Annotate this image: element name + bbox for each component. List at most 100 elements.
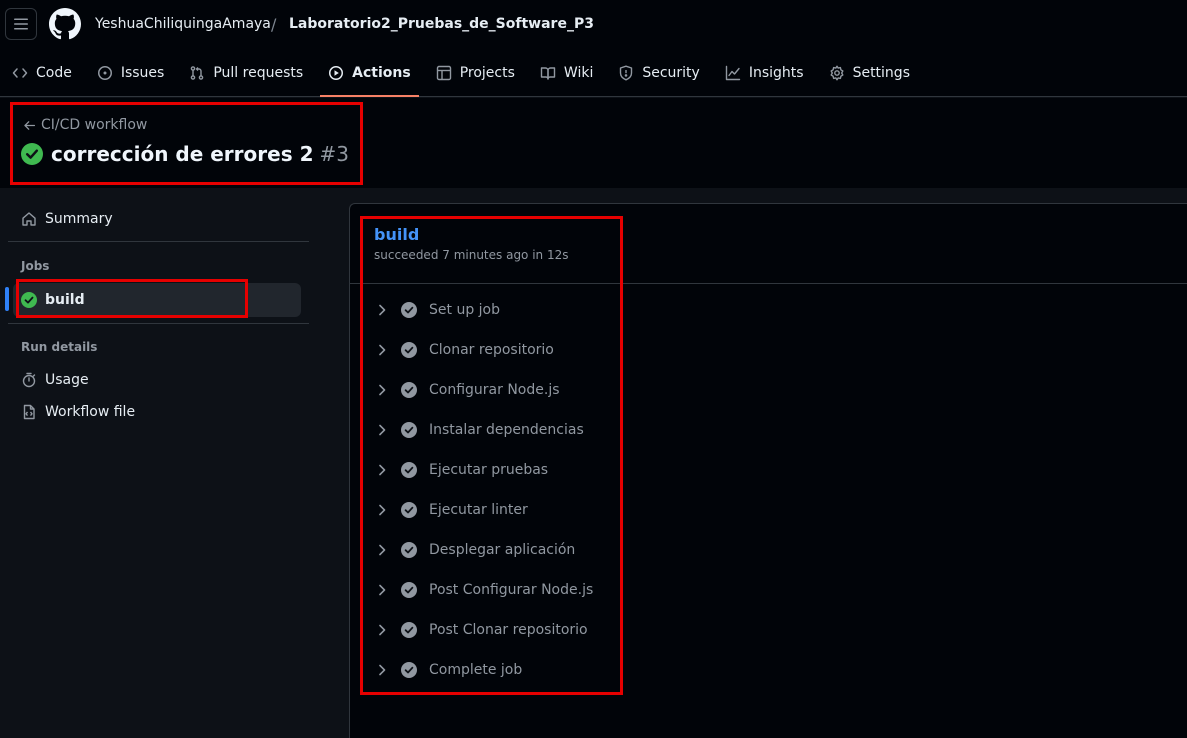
tab-pull-requests[interactable]: Pull requests [181,56,311,90]
job-step[interactable]: Post Clonar repositorio [374,612,674,648]
book-icon [540,67,556,80]
sidebar-item-summary[interactable]: Summary [13,203,303,235]
run-title: corrección de errores 2 [51,142,314,166]
tab-label: Wiki [563,65,594,81]
tab-label: Security [642,65,700,81]
repo-owner-link[interactable]: YeshuaChiliquingaAmaya [95,16,271,32]
graph-icon [725,65,741,81]
sidebar-heading-jobs: Jobs [21,259,50,273]
job-step[interactable]: Desplegar aplicación [374,532,674,568]
job-step-label: Desplegar aplicación [429,542,576,558]
job-step[interactable]: Set up job [374,292,674,328]
tab-label: Issues [120,65,165,81]
sidebar-heading-run-details: Run details [21,340,98,354]
sidebar-item-usage[interactable]: Usage [13,364,303,396]
sidebar-item-build[interactable]: build [13,283,301,317]
shield-icon [620,65,633,81]
chevron-right-icon [374,662,390,678]
job-step-label: Configurar Node.js [429,382,560,398]
job-step[interactable]: Complete job [374,652,674,688]
stopwatch-icon [22,372,36,388]
home-icon [22,212,36,226]
app-header: YeshuaChiliquingaAmaya / Laboratorio2_Pr… [0,0,1187,97]
tab-label: Actions [352,65,411,81]
repo-name-link[interactable]: Laboratorio2_Pruebas_de_Software_P3 [289,16,594,32]
chevron-right-icon [374,342,390,358]
chevron-right-icon [374,582,390,598]
chevron-right-icon [374,622,390,638]
chevron-right-icon [374,302,390,318]
job-step-label: Clonar repositorio [429,342,554,358]
file-code-icon [23,404,35,420]
check-circle-fill-icon [401,342,417,358]
check-circle-fill-icon [21,292,37,308]
table-icon [436,65,451,81]
chevron-right-icon [374,382,390,398]
hamburger-icon [14,18,28,30]
pull-request-icon [191,66,204,80]
tab-settings[interactable]: Settings [821,56,918,90]
tab-code[interactable]: Code [4,56,80,90]
chevron-right-icon [374,422,390,438]
chevron-right-icon [374,462,390,478]
tab-insights[interactable]: Insights [717,56,812,90]
check-circle-fill-icon [401,302,417,318]
job-step-label: Set up job [429,302,500,318]
tab-wiki[interactable]: Wiki [532,56,601,90]
chevron-right-icon [374,502,390,518]
sidebar-item-label: Workflow file [45,404,136,420]
tab-label: Insights [748,65,804,81]
tab-label: Pull requests [213,65,304,81]
sidebar-divider [8,323,309,324]
breadcrumb-separator: / [271,15,277,34]
check-circle-fill-icon [401,462,417,478]
tab-actions[interactable]: Actions [320,56,419,97]
check-circle-fill-icon [401,582,417,598]
check-circle-fill-icon [401,542,417,558]
repo-nav-tabs: Code Issues Pull requests Actions Projec… [0,56,927,97]
check-circle-fill-icon [401,502,417,518]
job-status-text: succeeded 7 minutes ago in 12s [374,248,569,262]
menu-button[interactable] [5,8,37,40]
tab-label: Code [36,65,72,81]
tab-label: Settings [852,65,910,81]
workflow-name: CI/CD workflow [41,117,148,133]
job-step[interactable]: Clonar repositorio [374,332,674,368]
tab-issues[interactable]: Issues [89,56,173,90]
tab-label: Projects [459,65,515,81]
arrow-left-icon [24,120,36,130]
chevron-right-icon [374,542,390,558]
check-circle-fill-icon [21,143,43,165]
active-indicator [5,287,9,311]
job-step[interactable]: Post Configurar Node.js [374,572,674,608]
job-step-label: Complete job [429,662,523,678]
job-step[interactable]: Ejecutar linter [374,492,674,528]
sidebar-item-label: Summary [45,211,113,227]
job-step-label: Ejecutar linter [429,502,528,518]
job-header: build succeeded 7 minutes ago in 12s [350,204,1187,284]
gear-icon [830,65,844,81]
job-title-link[interactable]: build [374,225,419,244]
play-icon [329,66,344,80]
check-circle-fill-icon [401,422,417,438]
sidebar-item-workflow-file[interactable]: Workflow file [13,396,303,428]
check-circle-fill-icon [401,622,417,638]
sidebar-divider [8,241,309,242]
job-step-label: Post Clonar repositorio [429,622,588,638]
issue-icon [97,66,112,80]
job-step[interactable]: Configurar Node.js [374,372,674,408]
check-circle-fill-icon [401,662,417,678]
run-number: #3 [319,142,349,166]
code-icon [12,68,28,78]
job-step[interactable]: Instalar dependencias [374,412,674,448]
tab-projects[interactable]: Projects [428,56,523,90]
job-step-label: Ejecutar pruebas [429,462,549,478]
job-step[interactable]: Ejecutar pruebas [374,452,674,488]
github-logo-icon[interactable] [49,8,81,40]
job-step-label: Instalar dependencias [429,422,584,438]
sidebar-item-label: Usage [45,372,89,388]
job-step-label: Post Configurar Node.js [429,582,594,598]
sidebar-item-label: build [45,292,85,308]
tab-security[interactable]: Security [610,56,708,90]
workflow-back-link[interactable]: CI/CD workflow [23,117,147,133]
